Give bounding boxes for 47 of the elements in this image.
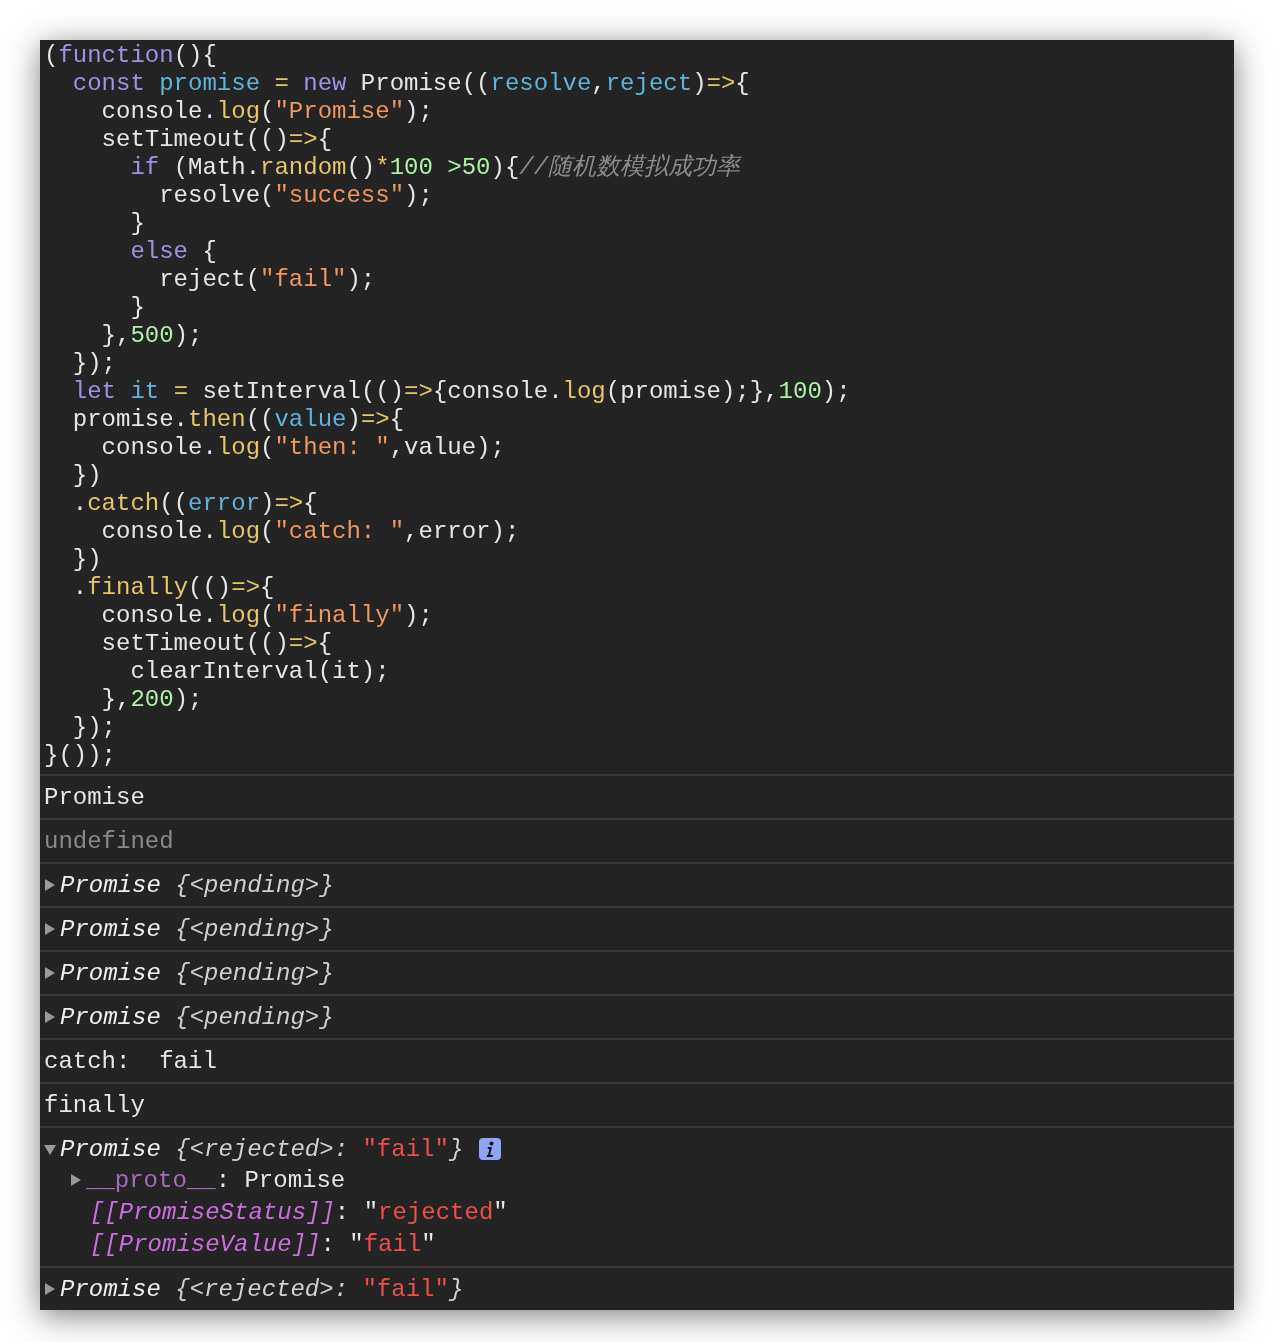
code-line: (function(){ xyxy=(44,42,218,70)
log-message: Promise xyxy=(44,783,145,811)
object-property: [[PromiseStatus]]: "rejected" xyxy=(90,1198,508,1226)
code-line: clearInterval(it); xyxy=(129,658,391,686)
code-line: }); xyxy=(71,714,117,742)
object-preview[interactable]: Promise {<pending>} xyxy=(60,1003,334,1031)
code-line: .finally(()=>{ xyxy=(71,574,276,602)
code-line: }) xyxy=(71,546,103,574)
code-line: }) xyxy=(71,462,103,490)
code-line: reject("fail"); xyxy=(158,266,377,294)
log-message: finally xyxy=(44,1091,145,1119)
code-line: }); xyxy=(71,350,117,378)
code-line: } xyxy=(129,210,146,238)
code-line: console.log("finally"); xyxy=(100,602,434,630)
code-line: console.log("catch: ",error); xyxy=(100,518,521,546)
expand-triangle-icon[interactable] xyxy=(44,922,56,936)
code-line: setTimeout(()=>{ xyxy=(100,630,334,658)
log-message: catch: fail xyxy=(44,1047,217,1075)
expand-triangle-icon[interactable] xyxy=(44,966,56,980)
code-line: let it = setInterval(()=>{console.log(promise);},100); xyxy=(71,378,852,406)
code-line: promise.then((value)=>{ xyxy=(71,406,406,434)
code-line: .catch((error)=>{ xyxy=(71,490,319,518)
object-property: [[PromiseValue]]: "fail" xyxy=(90,1230,436,1258)
expand-triangle-icon[interactable] xyxy=(44,1282,56,1296)
expand-triangle-icon[interactable] xyxy=(70,1173,82,1187)
collapse-triangle-icon[interactable] xyxy=(44,1142,56,1156)
code-line: },200); xyxy=(100,686,204,714)
code-line: } xyxy=(129,294,146,322)
expand-triangle-icon[interactable] xyxy=(44,1010,56,1024)
code-line: else { xyxy=(129,238,218,266)
object-property: __proto__: Promise xyxy=(86,1166,346,1194)
code-line: setTimeout(()=>{ xyxy=(100,126,334,154)
object-preview[interactable]: Promise {<rejected>: "fail"} xyxy=(60,1275,464,1303)
object-preview[interactable]: Promise {<pending>} xyxy=(60,959,334,987)
code-line: console.log("then: ",value); xyxy=(100,434,506,462)
object-preview[interactable]: Promise {<pending>} xyxy=(60,871,334,899)
log-message: undefined xyxy=(44,827,174,855)
info-icon[interactable] xyxy=(479,1138,502,1160)
object-preview[interactable]: Promise {<rejected>: "fail"} xyxy=(60,1135,464,1163)
code-line: resolve("success"); xyxy=(158,182,434,210)
code-line: }()); xyxy=(44,742,117,770)
code-line: if (Math.random()*100 >50){//随机数模拟成功率 xyxy=(129,154,743,182)
code-line: console.log("Promise"); xyxy=(100,98,434,126)
object-preview[interactable]: Promise {<pending>} xyxy=(60,915,334,943)
code-line: },500); xyxy=(100,322,204,350)
expand-triangle-icon[interactable] xyxy=(44,878,56,892)
code-line: const promise = new Promise((resolve,reject)=>{ xyxy=(71,70,751,98)
